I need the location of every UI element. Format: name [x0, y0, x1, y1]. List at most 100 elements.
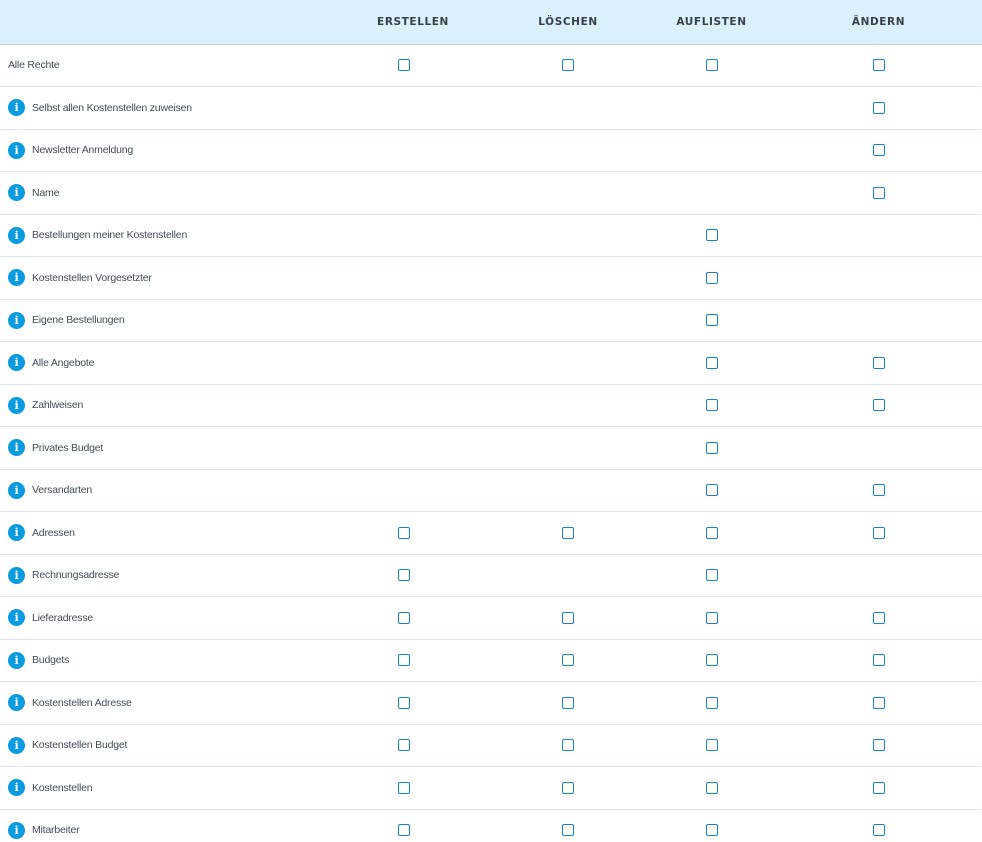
checkbox-aendern[interactable]	[872, 356, 885, 369]
checkbox-auflisten[interactable]	[705, 314, 718, 327]
checkbox-auflisten[interactable]	[705, 824, 718, 837]
info-icon[interactable]: i	[8, 609, 25, 627]
cell-erstellen	[320, 171, 488, 215]
checkbox-erstellen[interactable]	[398, 739, 410, 752]
cell-aendern	[775, 596, 982, 640]
checkbox-auflisten[interactable]	[705, 59, 718, 72]
header-row: ERSTELLEN LÖSCHEN AUFLISTEN ÄNDERN	[0, 0, 982, 45]
info-icon[interactable]: i	[8, 311, 25, 329]
cell-loeschen	[488, 554, 648, 597]
checkbox-loeschen[interactable]	[562, 781, 574, 794]
row-label-wrap: i Versandarten	[8, 481, 320, 499]
cell-aendern	[775, 681, 982, 725]
checkbox-auflisten[interactable]	[705, 696, 718, 709]
checkbox-erstellen[interactable]	[398, 611, 410, 624]
info-icon[interactable]: i	[8, 779, 25, 797]
checkbox-erstellen[interactable]	[398, 654, 410, 667]
table-header: ERSTELLEN LÖSCHEN AUFLISTEN ÄNDERN	[0, 0, 982, 45]
cell-aendern	[775, 639, 982, 682]
checkbox-aendern[interactable]	[872, 824, 885, 837]
checkbox-erstellen[interactable]	[398, 824, 410, 837]
row-label-wrap: i Kostenstellen Budget	[8, 736, 320, 754]
checkbox-erstellen[interactable]	[398, 59, 410, 72]
cell-auflisten	[648, 766, 775, 810]
row-label-cell: i Alle Angebote	[0, 341, 320, 385]
checkbox-auflisten[interactable]	[705, 781, 718, 794]
info-icon[interactable]: i	[8, 821, 25, 839]
info-icon[interactable]: i	[8, 736, 25, 754]
row-label: Budgets	[32, 654, 70, 667]
cell-auflisten	[648, 299, 775, 342]
cell-auflisten	[648, 554, 775, 597]
checkbox-aendern[interactable]	[872, 59, 885, 72]
checkbox-aendern[interactable]	[872, 739, 885, 752]
cell-loeschen	[488, 256, 648, 300]
info-icon[interactable]: i	[8, 354, 25, 372]
info-icon[interactable]: i	[8, 694, 25, 712]
info-icon[interactable]: i	[8, 396, 25, 414]
info-icon[interactable]: i	[8, 226, 25, 244]
checkbox-auflisten[interactable]	[705, 569, 718, 582]
checkbox-loeschen[interactable]	[562, 526, 574, 539]
checkbox-aendern[interactable]	[872, 484, 885, 497]
row-label: Newsletter Anmeldung	[32, 144, 134, 157]
table-row: i Lieferadresse	[0, 596, 982, 640]
info-icon[interactable]: i	[8, 99, 25, 117]
cell-erstellen	[320, 724, 488, 767]
checkbox-loeschen[interactable]	[562, 696, 574, 709]
cell-erstellen	[320, 341, 488, 385]
checkbox-auflisten[interactable]	[705, 441, 718, 454]
cell-erstellen	[320, 384, 488, 427]
info-icon[interactable]: i	[8, 269, 25, 287]
checkbox-erstellen[interactable]	[398, 696, 410, 709]
info-icon[interactable]: i	[8, 439, 25, 457]
cell-erstellen	[320, 766, 488, 810]
row-label-cell: i Kostenstellen Budget	[0, 724, 320, 767]
row-label-wrap: i Rechnungsadresse	[8, 566, 320, 584]
cell-loeschen	[488, 596, 648, 640]
checkbox-auflisten[interactable]	[705, 739, 718, 752]
checkbox-erstellen[interactable]	[398, 569, 410, 582]
table-row: Alle Rechte	[0, 44, 982, 87]
checkbox-aendern[interactable]	[872, 101, 885, 114]
cell-auflisten	[648, 44, 775, 87]
checkbox-auflisten[interactable]	[705, 654, 718, 667]
table-row: i Kostenstellen Vorgesetzter	[0, 256, 982, 300]
cell-loeschen	[488, 341, 648, 385]
cell-auflisten	[648, 256, 775, 300]
checkbox-aendern[interactable]	[872, 696, 885, 709]
checkbox-auflisten[interactable]	[705, 229, 718, 242]
checkbox-aendern[interactable]	[872, 654, 885, 667]
header-label-column	[0, 0, 320, 45]
info-icon[interactable]: i	[8, 141, 25, 159]
cell-erstellen	[320, 681, 488, 725]
checkbox-aendern[interactable]	[872, 781, 885, 794]
checkbox-auflisten[interactable]	[705, 399, 718, 412]
checkbox-auflisten[interactable]	[705, 484, 718, 497]
checkbox-aendern[interactable]	[872, 526, 885, 539]
checkbox-aendern[interactable]	[872, 144, 885, 157]
checkbox-erstellen[interactable]	[398, 526, 410, 539]
info-icon[interactable]: i	[8, 566, 25, 584]
checkbox-erstellen[interactable]	[398, 781, 410, 794]
info-icon[interactable]: i	[8, 184, 25, 202]
checkbox-auflisten[interactable]	[705, 356, 718, 369]
info-icon[interactable]: i	[8, 651, 25, 669]
checkbox-auflisten[interactable]	[705, 271, 718, 284]
checkbox-loeschen[interactable]	[562, 824, 574, 837]
checkbox-aendern[interactable]	[872, 186, 885, 199]
checkbox-aendern[interactable]	[872, 399, 885, 412]
checkbox-loeschen[interactable]	[562, 59, 574, 72]
checkbox-auflisten[interactable]	[705, 526, 718, 539]
info-icon[interactable]: i	[8, 524, 25, 542]
checkbox-loeschen[interactable]	[562, 739, 574, 752]
cell-aendern	[775, 86, 982, 130]
info-icon[interactable]: i	[8, 481, 25, 499]
row-label: Kostenstellen	[32, 781, 93, 794]
cell-loeschen	[488, 44, 648, 87]
cell-auflisten	[648, 596, 775, 640]
checkbox-auflisten[interactable]	[705, 611, 718, 624]
checkbox-loeschen[interactable]	[562, 654, 574, 667]
checkbox-loeschen[interactable]	[562, 611, 574, 624]
checkbox-aendern[interactable]	[872, 611, 885, 624]
